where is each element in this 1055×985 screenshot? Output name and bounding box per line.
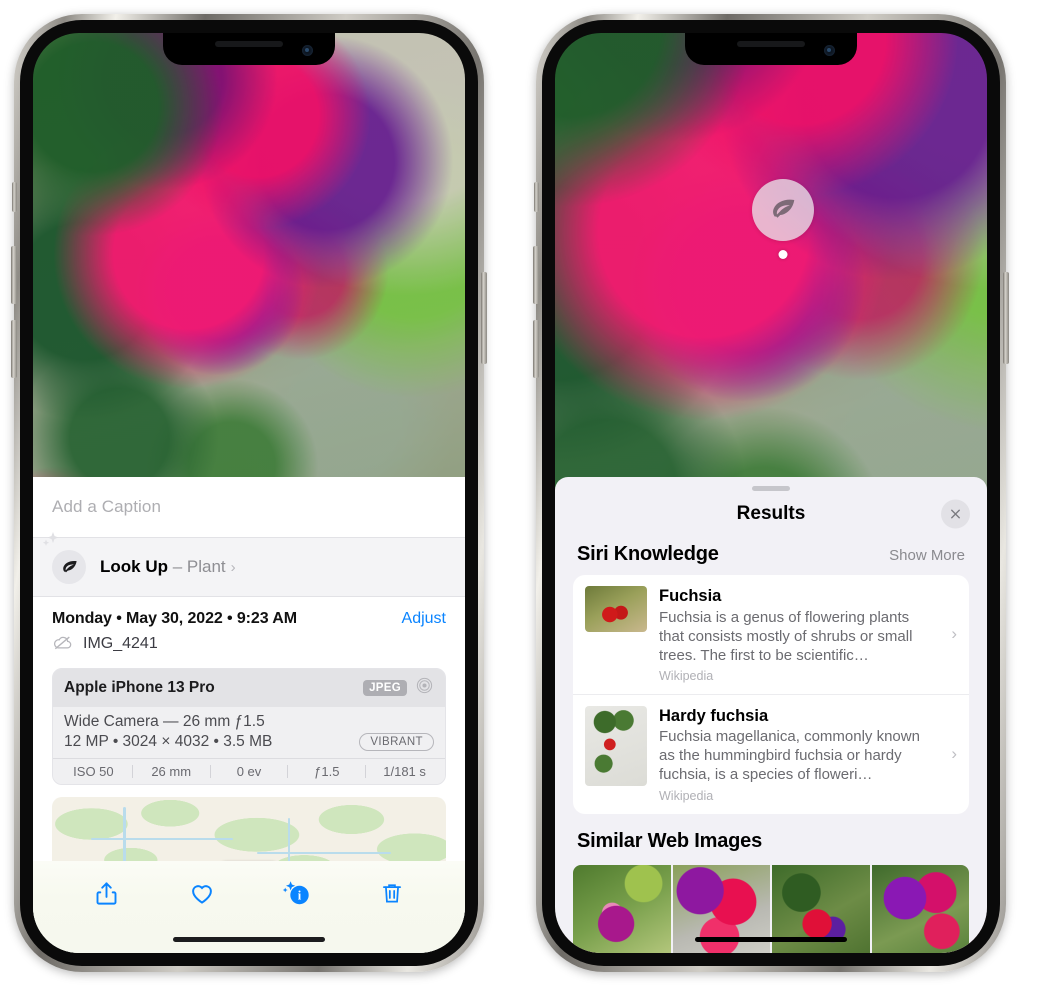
result-description: Fuchsia is a genus of flowering plants t… xyxy=(659,608,913,664)
list-item[interactable]: Fuchsia Fuchsia is a genus of flowering … xyxy=(573,575,969,694)
result-thumbnail xyxy=(585,705,647,786)
earpiece-speaker xyxy=(737,41,805,47)
caption-field-row[interactable]: Add a Caption xyxy=(33,477,465,537)
adjust-button[interactable]: Adjust xyxy=(402,610,446,628)
stat-iso: ISO 50 xyxy=(73,763,114,779)
web-image-thumbnail[interactable] xyxy=(573,864,671,953)
similar-web-images-header: Similar Web Images xyxy=(555,814,987,859)
result-source: Wikipedia xyxy=(659,788,714,803)
notch xyxy=(163,33,335,65)
left-phone-screen: Add a Caption Look Up – Plant › Monday •… xyxy=(33,33,465,953)
look-up-subject: Plant xyxy=(186,557,226,576)
size-row: 12 MP • 3024 × 4032 • 3.5 MB VIBRANT xyxy=(64,732,434,751)
resolution-info: 12 MP • 3024 × 4032 • 3.5 MB xyxy=(64,732,273,750)
look-up-label: Look Up – Plant xyxy=(100,557,226,577)
power-button[interactable] xyxy=(481,272,487,364)
stat-aperture: ƒ1.5 xyxy=(314,763,340,779)
date-row: Monday • May 30, 2022 • 9:23 AM Adjust xyxy=(52,597,446,628)
lens-info: Wide Camera — 26 mm ƒ1.5 xyxy=(64,712,265,730)
metadata-block: Monday • May 30, 2022 • 9:23 AM Adjust I… xyxy=(33,596,465,656)
svg-text:i: i xyxy=(297,888,301,902)
format-badge: JPEG xyxy=(363,679,407,696)
web-image-thumbnail[interactable] xyxy=(871,864,969,953)
stat-shutter: 1/181 s xyxy=(383,763,426,779)
results-sheet: Results Siri Knowledge Show More Fuchsia… xyxy=(555,477,987,953)
results-title: Results xyxy=(736,503,806,524)
camera-device-name: Apple iPhone 13 Pro xyxy=(64,678,215,696)
look-up-title: Look Up xyxy=(100,557,168,576)
aperture-icon xyxy=(415,676,434,700)
stat-focal: 26 mm xyxy=(151,763,192,779)
mute-switch[interactable] xyxy=(534,182,539,212)
show-more-button[interactable]: Show More xyxy=(889,547,965,564)
favorite-button[interactable] xyxy=(182,873,222,913)
power-button[interactable] xyxy=(1003,272,1009,364)
delete-button[interactable] xyxy=(372,873,412,913)
right-phone-screen: Results Siri Knowledge Show More Fuchsia… xyxy=(555,33,987,953)
caption-input[interactable]: Add a Caption xyxy=(52,497,161,517)
exif-card[interactable]: Apple iPhone 13 Pro JPEG Wide Camera — 2… xyxy=(52,667,446,785)
chevron-right-icon: › xyxy=(951,624,957,644)
exif-header: Apple iPhone 13 Pro JPEG xyxy=(53,668,445,707)
look-up-dash: – xyxy=(168,557,187,576)
mute-switch[interactable] xyxy=(12,182,17,212)
close-button[interactable] xyxy=(941,499,970,529)
icloud-slash-icon xyxy=(52,633,74,656)
result-title: Hardy fuchsia xyxy=(659,706,769,725)
siri-knowledge-title: Siri Knowledge xyxy=(577,543,719,565)
front-camera-icon xyxy=(302,45,313,56)
earpiece-speaker xyxy=(215,41,283,47)
left-phone-device: Add a Caption Look Up – Plant › Monday •… xyxy=(11,14,487,972)
result-title: Fuchsia xyxy=(659,587,722,605)
volume-down-button[interactable] xyxy=(11,320,17,378)
exif-body: Wide Camera — 26 mm ƒ1.5 12 MP • 3024 × … xyxy=(53,706,445,758)
front-camera-icon xyxy=(824,45,835,56)
look-up-row[interactable]: Look Up – Plant › xyxy=(42,532,446,596)
capture-date: Monday • May 30, 2022 • 9:23 AM xyxy=(52,609,297,627)
volume-up-button[interactable] xyxy=(11,246,17,304)
siri-knowledge-card: Fuchsia Fuchsia is a genus of flowering … xyxy=(573,575,969,814)
exif-header-right: JPEG xyxy=(363,676,434,700)
share-button[interactable] xyxy=(87,873,127,913)
photo-info-sheet: Add a Caption Look Up – Plant › Monday •… xyxy=(33,477,465,953)
result-description: Fuchsia magellanica, commonly known as t… xyxy=(659,728,920,784)
result-text: Fuchsia Fuchsia is a genus of flowering … xyxy=(647,586,957,683)
chevron-right-icon: › xyxy=(230,558,236,576)
leaf-icon xyxy=(52,550,86,584)
right-phone-device: Results Siri Knowledge Show More Fuchsia… xyxy=(533,14,1009,972)
sparkle-icon xyxy=(41,530,63,552)
info-button[interactable]: i xyxy=(277,873,317,913)
leaf-icon[interactable] xyxy=(752,179,814,259)
similar-web-images-title: Similar Web Images xyxy=(577,829,762,852)
list-item[interactable]: Hardy fuchsia Fuchsia magellanica, commo… xyxy=(573,693,969,814)
file-name: IMG_4241 xyxy=(83,635,158,652)
home-indicator[interactable] xyxy=(695,937,847,942)
result-text: Hardy fuchsia Fuchsia magellanica, commo… xyxy=(647,706,957,803)
exif-stats-row: ISO 50 26 mm 0 ev ƒ1.5 1/181 s xyxy=(53,757,445,784)
chevron-right-icon: › xyxy=(951,744,957,764)
stat-exposure: 0 ev xyxy=(236,763,262,779)
lookup-anchor-dot xyxy=(778,250,788,259)
volume-down-button[interactable] xyxy=(533,320,539,378)
look-up-block: Look Up – Plant › xyxy=(33,532,465,596)
notch xyxy=(685,33,857,65)
color-profile-chip: VIBRANT xyxy=(359,732,434,751)
result-thumbnail xyxy=(585,586,647,632)
screenshot-stage: Add a Caption Look Up – Plant › Monday •… xyxy=(0,0,1055,985)
file-row: IMG_4241 xyxy=(52,633,446,656)
results-header: Results xyxy=(555,491,987,537)
siri-knowledge-header: Siri Knowledge Show More xyxy=(555,537,987,575)
home-indicator[interactable] xyxy=(173,937,325,942)
result-source: Wikipedia xyxy=(659,668,714,683)
volume-up-button[interactable] xyxy=(533,246,539,304)
